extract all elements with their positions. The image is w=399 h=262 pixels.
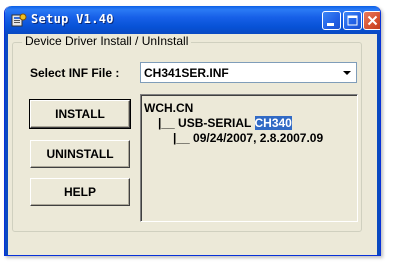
- chevron-down-icon: [343, 71, 351, 75]
- driver-info-panel: WCH.CN |__ USB-SERIAL CH340 |__ 09/24/20…: [140, 94, 358, 222]
- title-bar[interactable]: Setup V1.40: [5, 6, 380, 34]
- tree-vendor: WCH.CN: [144, 101, 194, 115]
- close-icon: [367, 15, 378, 26]
- inf-file-label: Select INF File :: [30, 66, 120, 80]
- groupbox-legend: Device Driver Install / UnInstall: [22, 34, 192, 48]
- dropdown-button[interactable]: [339, 64, 355, 81]
- close-button[interactable]: [363, 11, 380, 30]
- tree-device-highlight[interactable]: CH340: [254, 116, 292, 130]
- install-button[interactable]: INSTALL: [29, 99, 131, 129]
- inf-file-value: CH341SER.INF: [144, 66, 229, 80]
- tree-version: |__ 09/24/2007, 2.8.2007.09: [173, 131, 324, 145]
- tree-device: |__ USB-SERIAL CH340: [158, 116, 292, 130]
- minimize-icon: [327, 23, 334, 26]
- tree-device-prefix: |__ USB-SERIAL: [158, 116, 255, 130]
- inf-file-select[interactable]: CH341SER.INF: [140, 62, 357, 83]
- setup-app-icon: [11, 12, 27, 28]
- maximize-icon: [347, 15, 358, 26]
- window-title: Setup V1.40: [31, 12, 114, 26]
- window-frame-left: [5, 34, 8, 255]
- window-frame-right: [377, 34, 380, 255]
- minimize-button[interactable]: [322, 11, 341, 30]
- help-button[interactable]: HELP: [30, 178, 130, 206]
- uninstall-button[interactable]: UNINSTALL: [30, 140, 130, 168]
- maximize-button[interactable]: [343, 11, 362, 30]
